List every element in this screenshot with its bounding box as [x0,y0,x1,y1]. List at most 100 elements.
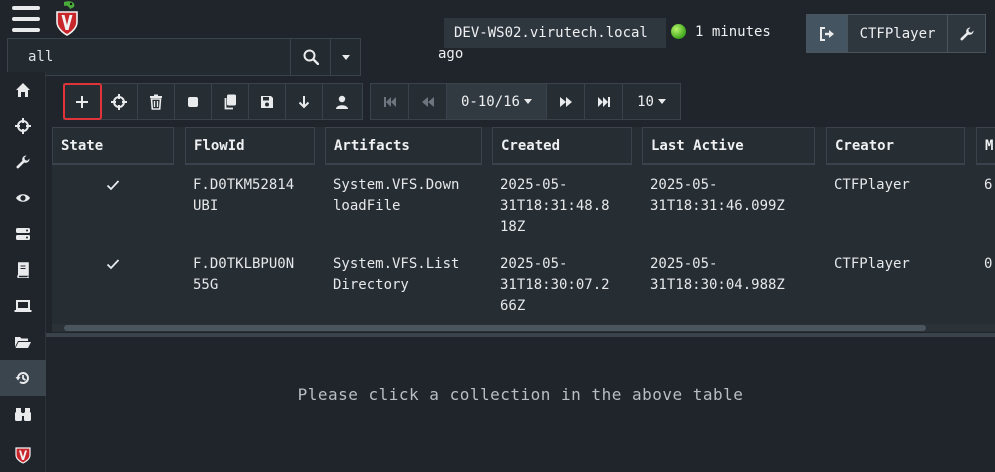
user-settings-button[interactable] [947,15,985,52]
column-header-created[interactable]: Created [492,127,632,165]
sign-out-icon [820,26,834,41]
artifacts-cell: System.VFS.List Directory [333,256,460,293]
column-header-state[interactable]: State [52,127,174,165]
pane-divider[interactable] [46,333,995,337]
save-collection-button[interactable] [249,84,286,119]
flows-table: State FlowId Artifacts Created Last Acti… [52,127,995,332]
download-icon [298,95,310,108]
username-button[interactable]: CTFPlayer [847,15,947,52]
column-header-extra[interactable]: M [976,127,995,165]
column-header-creator[interactable]: Creator [826,127,965,165]
artifacts-cell: System.VFS.Down loadFile [333,177,460,214]
sidebar-item-about[interactable] [0,437,46,472]
forward-icon [559,96,572,107]
online-status-icon [671,24,686,39]
previous-page-button[interactable] [409,84,447,119]
binoculars-icon [15,408,31,421]
extra-cell: 6 [984,177,993,193]
velociraptor-logo-icon [56,1,78,36]
plus-icon [76,95,88,108]
search-button[interactable] [290,39,330,75]
last-page-button[interactable] [585,84,623,119]
cancel-collection-button[interactable] [175,84,212,119]
laptop-icon [14,300,32,312]
new-collection-button[interactable] [63,83,102,120]
sidebar-item-home[interactable] [0,72,46,108]
sidebar-item-monitoring[interactable] [0,180,46,216]
sidebar-item-server[interactable] [0,216,46,252]
caret-down-icon [657,99,666,104]
crosshair-icon [15,118,31,134]
search-bar [7,38,361,76]
page-range-dropdown[interactable]: 0-10/16 [447,84,547,119]
table-row[interactable]: F.D0TKM52814 UBI System.VFS.Down loadFile … [52,167,995,245]
last-active-cell: 2025-05- 31T18:30:04.988Z [650,256,785,293]
last-active-cell: 2025-05- 31T18:31:46.099Z [650,177,785,214]
delete-collection-button[interactable] [138,84,175,119]
sidebar-item-hunt[interactable] [0,108,46,144]
menu-bar [12,6,40,10]
trash-icon [150,94,162,110]
sidebar-item-clients[interactable] [0,288,46,324]
flow-id-cell: F.D0TKM52814 UBI [193,177,295,214]
menu-bar [12,17,40,21]
history-icon [15,372,29,384]
last-seen-suffix: ago [438,46,464,62]
filter-by-user-button[interactable] [323,84,360,119]
flows-toolbar [63,83,363,120]
folder-open-icon [15,337,31,348]
search-icon [303,49,319,65]
last-seen-text: 1 minutes [695,24,771,40]
column-header-artifacts[interactable]: Artifacts [325,127,482,165]
sidebar-item-collected[interactable] [0,360,46,396]
extra-cell: 0 [984,256,993,272]
hamburger-menu-button[interactable] [12,6,40,32]
stop-icon [188,96,198,107]
sidebar-item-notebooks[interactable] [0,252,46,288]
sidebar [0,72,46,472]
book-icon [17,262,29,278]
backward-icon [421,96,434,107]
copy-icon [224,94,236,109]
caret-down-icon [342,54,350,60]
created-cell: 2025-05- 31T18:30:07.2 66Z [500,256,610,314]
empty-detail-message: Please click a collection in the above t… [297,385,744,404]
download-collection-button[interactable] [286,84,323,119]
page-range-label: 0-10/16 [460,93,520,110]
save-icon [261,95,273,108]
sidebar-item-artifacts[interactable] [0,144,46,180]
first-page-button[interactable] [371,84,409,119]
table-row[interactable]: F.D0TKLBPU0N 55G System.VFS.List Directory… [52,246,995,324]
search-options-dropdown[interactable] [330,39,361,75]
hunt-collection-button[interactable] [101,84,138,119]
creator-cell: CTFPlayer [834,256,910,272]
home-icon [16,83,30,97]
flow-id-cell: F.D0TKLBPU0N 55G [193,256,295,293]
page-size-dropdown[interactable]: 10 [623,84,680,119]
caret-down-icon [524,99,532,104]
horizontal-scrollbar-thumb[interactable] [64,325,926,331]
next-page-button[interactable] [547,84,585,119]
crosshair-icon [111,93,127,110]
server-icon [16,228,30,240]
eye-icon [16,194,30,202]
check-icon [106,259,120,270]
user-menu: CTFPlayer [806,14,986,53]
menu-bar [12,28,40,32]
sidebar-item-search[interactable] [0,396,46,432]
velociraptor-logo-icon [15,447,31,464]
first-page-icon [383,96,396,107]
wrench-icon [16,155,30,169]
creator-cell: CTFPlayer [834,177,910,193]
pagination: 0-10/16 10 [370,83,681,120]
logout-button[interactable] [807,15,847,52]
sidebar-item-vfs[interactable] [0,324,46,360]
column-header-flowid[interactable]: FlowId [185,127,315,165]
client-hostname[interactable]: DEV-WS02.virutech.local [444,18,666,48]
created-cell: 2025-05- 31T18:31:48.8 18Z [500,177,610,235]
column-header-last-active[interactable]: Last Active [642,127,815,165]
last-page-icon [597,96,610,107]
search-input[interactable] [8,39,290,75]
check-icon [106,180,120,191]
copy-collection-button[interactable] [212,84,249,119]
